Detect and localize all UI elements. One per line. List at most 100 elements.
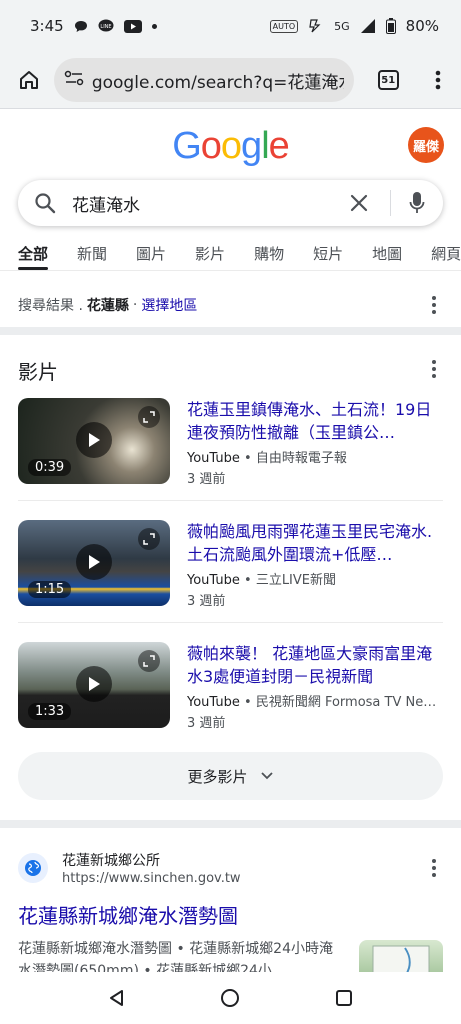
- url-text[interactable]: google.com/search?q=花蓮淹水: [92, 68, 344, 93]
- home-button[interactable]: [14, 64, 44, 96]
- 5g-icon: 5G: [334, 19, 350, 33]
- expand-icon[interactable]: [138, 528, 160, 550]
- tab-shorts[interactable]: 短片: [313, 238, 343, 270]
- location-row: 搜尋結果 . 花蓮縣 · 選擇地區: [18, 293, 443, 317]
- video-info: 花蓮玉里鎮傳淹水、土石流！19日連夜預防性撤離（玉里鎮公… YouTube • …: [187, 398, 443, 488]
- section-separator: [0, 820, 461, 828]
- chat-icon: [74, 20, 88, 33]
- video-duration: 1:15: [28, 581, 72, 598]
- video-duration: 0:39: [28, 459, 72, 476]
- clear-icon[interactable]: [344, 188, 374, 218]
- search-box[interactable]: [18, 180, 443, 226]
- google-header: Google 羅傑: [0, 109, 461, 179]
- site-info: 花蓮新城鄉公所 https://www.sinchen.gov.tw: [62, 850, 241, 886]
- site-settings-icon[interactable]: [64, 69, 84, 91]
- video-duration: 1:33: [28, 703, 72, 720]
- tab-switcher-button[interactable]: 51: [377, 70, 399, 90]
- system-nav-bar: [0, 972, 461, 1024]
- video-item[interactable]: 1:15 薇帕颱風甩雨彈花蓮玉里民宅淹水.土石流颱風外圍環流+低壓… YouTu…: [18, 520, 443, 610]
- signal-icon: [360, 19, 376, 33]
- play-icon[interactable]: [76, 544, 112, 580]
- site-name: 花蓮新城鄉公所: [62, 853, 160, 869]
- video-thumbnail[interactable]: 0:39: [18, 398, 170, 484]
- globe-icon: [18, 853, 48, 883]
- video-age: 3 週前: [187, 472, 226, 487]
- site-url: https://www.sinchen.gov.tw: [62, 871, 241, 886]
- item-divider: [18, 500, 443, 501]
- avatar[interactable]: 羅傑: [408, 127, 444, 163]
- video-channel: 自由時報電子報: [255, 451, 347, 466]
- more-vert-icon: [435, 70, 441, 90]
- back-icon: [109, 990, 123, 1006]
- result-thumbnail[interactable]: [359, 940, 443, 974]
- expand-icon[interactable]: [138, 406, 160, 428]
- chevron-down-icon: [260, 772, 273, 780]
- more-videos-button[interactable]: 更多影片: [18, 752, 443, 800]
- status-left: 3:45 LINE: [30, 17, 157, 35]
- more-vert-icon[interactable]: [425, 859, 443, 877]
- video-thumbnail[interactable]: 1:33: [18, 642, 170, 728]
- google-logo[interactable]: Google: [172, 125, 290, 168]
- play-icon[interactable]: [76, 422, 112, 458]
- tab-web[interactable]: 網頁: [431, 238, 461, 270]
- back-button[interactable]: [97, 978, 137, 1018]
- search-tabs: 全部 新聞 圖片 影片 購物 短片 地圖 網頁: [0, 238, 461, 270]
- battery-percent: 80%: [405, 17, 439, 35]
- tabs-divider: [0, 270, 461, 271]
- battery-icon: [385, 18, 396, 34]
- expand-icon[interactable]: [138, 650, 160, 672]
- svg-text:LINE: LINE: [100, 24, 111, 30]
- video-title[interactable]: 花蓮玉里鎮傳淹水、土石流！19日連夜預防性撤離（玉里鎮公…: [187, 398, 443, 444]
- video-channel: 民視新聞網 Formosa TV Ne…: [255, 695, 437, 710]
- mic-icon[interactable]: [405, 189, 429, 217]
- video-source: YouTube: [187, 695, 240, 710]
- tab-shopping[interactable]: 購物: [254, 238, 284, 270]
- result-site-row[interactable]: 花蓮新城鄉公所 https://www.sinchen.gov.tw: [18, 848, 443, 888]
- search-input[interactable]: [72, 193, 344, 213]
- video-item[interactable]: 0:39 花蓮玉里鎮傳淹水、土石流！19日連夜預防性撤離（玉里鎮公… YouTu…: [18, 398, 443, 488]
- video-title[interactable]: 薇帕來襲！ 花蓮地區大豪雨富里淹水3處便道封閉－民視新聞: [187, 642, 443, 688]
- video-title[interactable]: 薇帕颱風甩雨彈花蓮玉里民宅淹水.土石流颱風外圍環流+低壓…: [187, 520, 443, 566]
- location-sep: ·: [132, 297, 138, 313]
- more-vert-icon[interactable]: [425, 360, 443, 378]
- videos-section-title: 影片: [18, 360, 58, 384]
- video-info: 薇帕颱風甩雨彈花蓮玉里民宅淹水.土石流颱風外圍環流+低壓… YouTube • …: [187, 520, 443, 610]
- search-icon: [32, 190, 58, 216]
- volte-icon: [308, 19, 324, 33]
- status-right: AUTO 5G 80%: [269, 17, 439, 35]
- item-divider: [18, 622, 443, 623]
- choose-region-link[interactable]: 選擇地區: [141, 295, 197, 315]
- video-meta: YouTube • 三立LIVE新聞: [187, 573, 336, 588]
- status-time: 3:45: [30, 17, 64, 35]
- result-snippet: 花蓮縣新城鄉淹水潛勢圖 • 花蓮縣新城鄉24小時淹水潛勢圖(650mm) • 花…: [18, 941, 333, 972]
- home-nav-button[interactable]: [210, 978, 250, 1018]
- tab-images[interactable]: 圖片: [136, 238, 166, 270]
- result-title[interactable]: 花蓮縣新城鄉淹水潛勢圖: [18, 900, 238, 929]
- recents-icon: [336, 990, 353, 1006]
- location-region: 花蓮縣: [86, 298, 129, 314]
- video-item[interactable]: 1:33 薇帕來襲！ 花蓮地區大豪雨富里淹水3處便道封閉－民視新聞 YouTub…: [18, 642, 443, 732]
- video-thumbnail[interactable]: 1:15: [18, 520, 170, 606]
- tab-all[interactable]: 全部: [18, 238, 49, 270]
- home-circle-icon: [221, 989, 240, 1007]
- video-age: 3 週前: [187, 716, 226, 731]
- browser-menu-button[interactable]: [427, 64, 449, 96]
- auto-icon: AUTO: [269, 19, 299, 33]
- notification-dot-icon: [151, 23, 157, 29]
- search-divider: [390, 190, 391, 216]
- line-icon: LINE: [98, 19, 114, 33]
- more-videos-label: 更多影片: [187, 767, 248, 786]
- play-icon[interactable]: [76, 666, 112, 702]
- video-age: 3 週前: [187, 594, 226, 609]
- more-vert-icon[interactable]: [425, 296, 443, 314]
- tab-videos[interactable]: 影片: [195, 238, 225, 270]
- section-separator: [0, 327, 461, 335]
- video-meta: YouTube • 自由時報電子報: [187, 451, 347, 466]
- video-info: 薇帕來襲！ 花蓮地區大豪雨富里淹水3處便道封閉－民視新聞 YouTube • 民…: [187, 642, 443, 732]
- address-bar[interactable]: google.com/search?q=花蓮淹水: [53, 58, 354, 102]
- youtube-icon: [123, 19, 142, 33]
- video-meta: YouTube • 民視新聞網 Formosa TV Ne…: [187, 695, 437, 710]
- recents-button[interactable]: [324, 978, 364, 1018]
- tab-maps[interactable]: 地圖: [372, 238, 402, 270]
- tab-news[interactable]: 新聞: [77, 238, 107, 270]
